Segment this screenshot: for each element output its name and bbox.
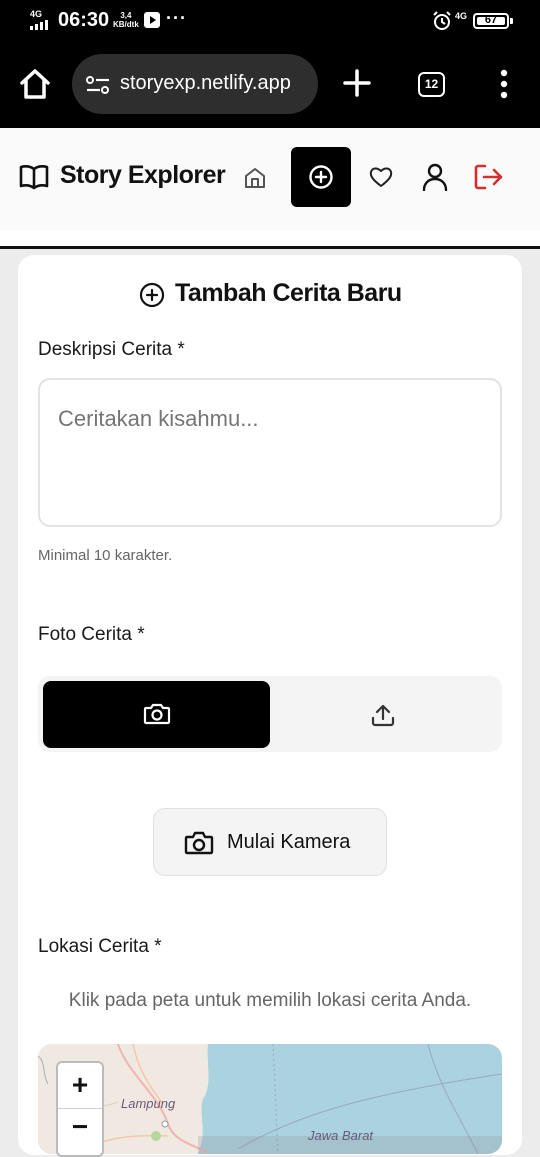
description-hint: Minimal 10 karakter. xyxy=(38,547,173,564)
description-input[interactable] xyxy=(38,378,502,527)
book-icon xyxy=(19,165,49,190)
signal-icon xyxy=(30,20,48,30)
add-story-icon xyxy=(309,165,333,189)
home-icon[interactable] xyxy=(243,166,267,190)
map-tiles xyxy=(38,1044,502,1154)
map-label-lampung: Lampung xyxy=(121,1096,176,1111)
network-type-right: 4G xyxy=(455,11,468,21)
data-speed: 3,4 KB/dtk xyxy=(113,11,139,29)
more-notifications-icon: ··· xyxy=(166,8,187,28)
menu-icon[interactable] xyxy=(499,69,509,99)
profile-icon[interactable] xyxy=(422,163,448,191)
start-camera-button[interactable]: Mulai Kamera xyxy=(153,808,387,876)
description-label: Deskripsi Cerita * xyxy=(38,339,185,360)
app-header: Story Explorer xyxy=(0,128,540,230)
camera-mode-button[interactable] xyxy=(43,681,270,748)
zoom-out-button[interactable]: − xyxy=(58,1109,102,1155)
brand-title[interactable]: Story Explorer xyxy=(60,161,226,190)
start-camera-label: Mulai Kamera xyxy=(227,831,351,853)
header-divider xyxy=(0,246,540,249)
map-label-jawa-barat: Jawa Barat xyxy=(308,1128,374,1143)
home-icon[interactable] xyxy=(18,68,52,100)
browser-toolbar: storyexp.netlify.app 12 xyxy=(0,42,540,128)
add-story-button[interactable] xyxy=(291,147,351,207)
camera-icon xyxy=(184,831,214,855)
favorite-icon[interactable] xyxy=(369,166,393,188)
battery-icon: 67 xyxy=(473,13,509,29)
status-bar: 4G 06:30 3,4 KB/dtk ··· 4G 67 xyxy=(0,0,540,42)
network-type: 4G xyxy=(30,9,43,19)
clock: 06:30 xyxy=(58,9,110,31)
address-bar[interactable]: storyexp.netlify.app xyxy=(72,54,318,114)
upload-mode-button[interactable] xyxy=(274,681,498,748)
add-circle-icon xyxy=(139,282,165,308)
new-tab-icon[interactable] xyxy=(343,69,371,97)
form-title: Tambah Cerita Baru xyxy=(175,279,402,307)
map-zoom-control: + − xyxy=(56,1061,104,1157)
photo-label: Foto Cerita * xyxy=(38,624,145,645)
alarm-icon xyxy=(433,11,451,30)
location-map[interactable]: Lampung Jawa Barat xyxy=(38,1044,502,1154)
location-label: Lokasi Cerita * xyxy=(38,936,162,957)
camera-icon xyxy=(143,703,171,725)
zoom-in-button[interactable]: + xyxy=(58,1063,102,1109)
site-settings-icon[interactable] xyxy=(86,76,110,94)
logout-icon[interactable] xyxy=(474,164,504,190)
location-hint: Klik pada peta untuk memilih lokasi ceri… xyxy=(68,990,472,1011)
youtube-icon xyxy=(144,12,160,28)
upload-icon xyxy=(371,704,395,727)
tab-switcher-button[interactable]: 12 xyxy=(418,72,445,97)
url-text: storyexp.netlify.app xyxy=(120,72,291,94)
